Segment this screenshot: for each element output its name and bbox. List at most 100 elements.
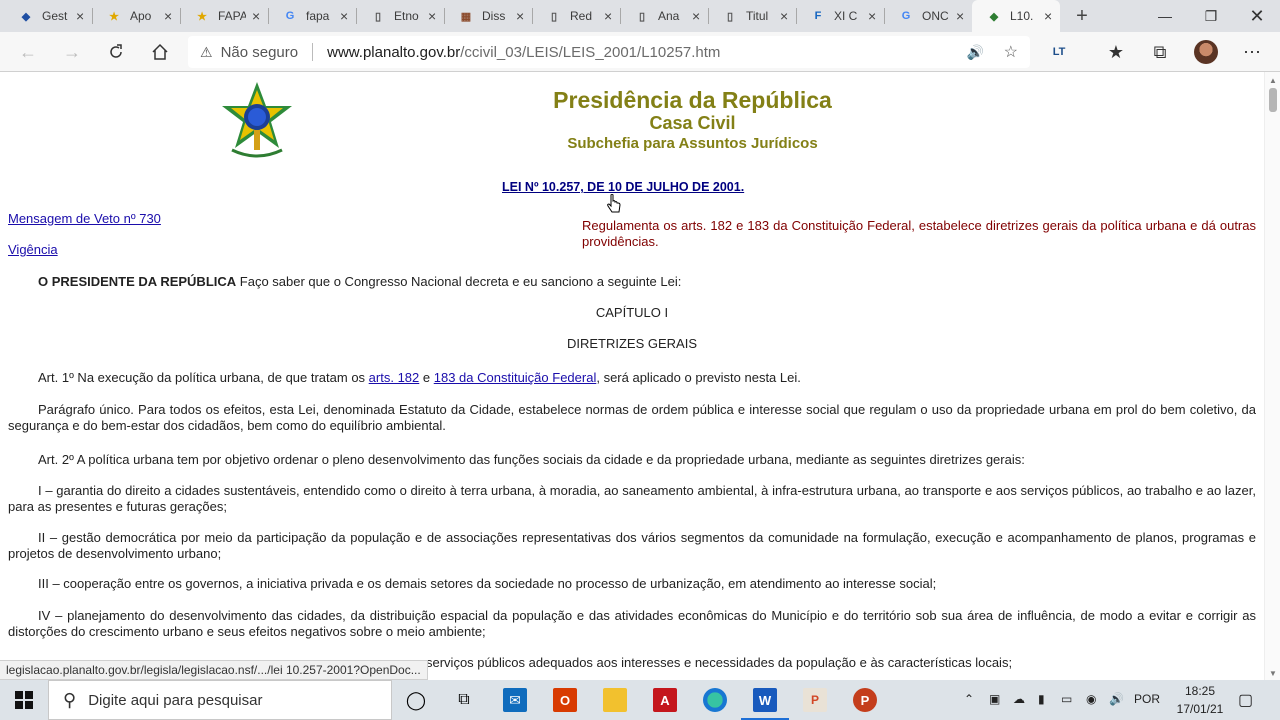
task-view-icon[interactable]: ⧉ [452,688,476,712]
forward-button[interactable]: → [56,36,88,68]
notifications-icon[interactable]: ▢ [1238,690,1253,710]
tab-favicon-icon: G [901,10,911,22]
tab-favicon-icon: ▯ [550,10,558,23]
tab-close-icon[interactable]: × [76,8,84,24]
language-indicator[interactable]: POR [1134,692,1160,706]
tab-close-icon[interactable]: × [428,8,436,24]
arts-182-link[interactable]: arts. 182 [369,370,420,385]
art1-prefix: Art. 1º Na execução da política urbana, … [38,370,369,385]
profile-avatar[interactable] [1190,36,1222,68]
tray-battery-icon[interactable]: ▭ [1061,692,1072,706]
scrollbar-thumb[interactable] [1269,88,1277,112]
search-icon: ⚲ [63,689,77,710]
tray-meet-icon[interactable]: ▣ [989,692,1000,706]
word-icon[interactable]: W [753,688,777,712]
collections-icon[interactable]: ⧉ [1144,36,1176,68]
hand-cursor-icon [607,194,621,213]
vigencia-link[interactable]: Vigência [8,242,58,258]
home-icon [152,43,168,60]
tab-favicon-icon: ★ [197,10,207,23]
tab-title: Titul [746,9,769,23]
powerpoint-icon[interactable]: P [853,688,877,712]
art1-mid: e [419,370,434,385]
scroll-up-icon[interactable]: ▲ [1269,76,1277,85]
close-window-button[interactable]: ✕ [1234,0,1280,32]
back-button[interactable]: ← [12,36,44,68]
browser-tab[interactable]: G ONC × [884,0,972,32]
slides-icon[interactable]: P [803,688,827,712]
url-text[interactable]: www.planalto.gov.br/ccivil_03/LEIS/LEIS_… [327,44,720,61]
tab-title: Gest [42,9,68,23]
browser-tab[interactable]: ▯ Titul × [708,0,796,32]
tab-favicon-icon: ◆ [21,10,31,23]
browser-tab[interactable]: F XI C × [796,0,884,32]
inciso-3: III – cooperação entre os governos, a in… [38,576,937,591]
tab-close-icon[interactable]: × [252,8,260,24]
inciso-5-partial: serviços públicos adequados aos interess… [426,655,1013,670]
warning-icon: ⚠ [200,43,213,60]
browser-tab[interactable]: ▯ Red × [532,0,620,32]
clock-time[interactable]: 18:25 [1180,684,1220,698]
restore-button[interactable]: ❐ [1188,0,1234,32]
tab-title: Diss [482,9,506,23]
extension-lt-icon[interactable]: LT [1043,36,1075,68]
office-icon[interactable]: O [553,688,577,712]
browser-tab[interactable]: ▦ Diss × [444,0,532,32]
cortana-icon[interactable]: ◯ [404,688,428,712]
tab-close-icon[interactable]: × [956,8,964,24]
taskbar-search[interactable]: ⚲ Digite aqui para pesquisar [48,680,392,720]
tray-wifi-icon[interactable]: ◉ [1086,692,1096,706]
browser-tab[interactable]: Gfapa × [268,0,356,32]
settings-more-icon[interactable]: ⋯ [1236,36,1268,68]
law-title-link[interactable]: LEI Nº 10.257, DE 10 DE JULHO DE 2001. [502,179,744,195]
art-183-constituicao-link[interactable]: 183 da Constituição Federal [434,370,597,385]
refresh-icon [110,44,122,58]
tab-title: fapa [306,9,330,23]
tray-cloud-icon[interactable]: ☁ [1013,692,1025,706]
tab-close-icon[interactable]: × [1044,8,1052,24]
new-tab-button[interactable]: + [1064,0,1100,32]
tab-close-icon[interactable]: × [868,8,876,24]
browser-tab[interactable]: ▯ Ana × [620,0,708,32]
status-bar-url: legislacao.planalto.gov.br/legisla/legis… [0,660,428,680]
browser-tab[interactable]: ★ FAPA × [180,0,268,32]
tab-favicon-icon: ★ [109,10,119,23]
read-aloud-icon[interactable]: 🔊 [967,44,984,61]
refresh-button[interactable] [100,36,132,68]
taskbar: ⚲ Digite aqui para pesquisar ◯ ⧉ ✉ O A W… [0,680,1280,720]
start-button[interactable] [12,688,36,712]
tray-volume-icon[interactable]: 🔊 [1109,692,1124,706]
tab-close-icon[interactable]: × [604,8,612,24]
ementa-text: Regulamenta os arts. 182 e 183 da Consti… [582,218,1256,249]
clock-date[interactable]: 17/01/21 [1170,702,1230,716]
scroll-down-icon[interactable]: ▼ [1269,669,1277,678]
home-button[interactable] [144,36,176,68]
browser-tab[interactable]: ▯ Etno × [356,0,444,32]
browser-tab[interactable]: ★ Apo × [92,0,180,32]
tray-phone-icon[interactable]: ▮ [1038,692,1045,706]
inciso-2: II – gestão democrática por meio da part… [8,530,1256,561]
tab-title: FAPA [218,9,246,23]
address-bar[interactable]: ⚠ Não seguro www.planalto.gov.br/ccivil_… [188,36,1030,68]
file-explorer-icon[interactable] [603,688,627,712]
acrobat-icon[interactable]: A [653,688,677,712]
tab-close-icon[interactable]: × [340,8,348,24]
favorite-star-icon[interactable]: ☆ [1004,42,1018,62]
page-scrollbar[interactable]: ▲ ▼ [1264,72,1280,680]
edge-icon[interactable] [703,688,727,712]
browser-tab[interactable]: ◆ Gest × [4,0,92,32]
tab-close-icon[interactable]: × [780,8,788,24]
favorites-icon[interactable]: ★ [1100,36,1132,68]
browser-tab[interactable]: ◆ L10. × [972,0,1060,32]
chapter-title: DIRETRIZES GERAIS [566,336,698,351]
veto-message-link[interactable]: Mensagem de Veto nº 730 [8,211,161,227]
tray-chevron-icon[interactable]: ⌃ [964,692,974,706]
tab-close-icon[interactable]: × [516,8,524,24]
tab-title: Ana [658,9,680,23]
tab-close-icon[interactable]: × [164,8,172,24]
tab-close-icon[interactable]: × [692,8,700,24]
minimize-button[interactable]: — [1142,0,1188,32]
tab-favicon-icon: G [285,10,295,22]
mail-icon[interactable]: ✉ [503,688,527,712]
inciso-1: I – garantia do direito a cidades susten… [8,483,1256,514]
